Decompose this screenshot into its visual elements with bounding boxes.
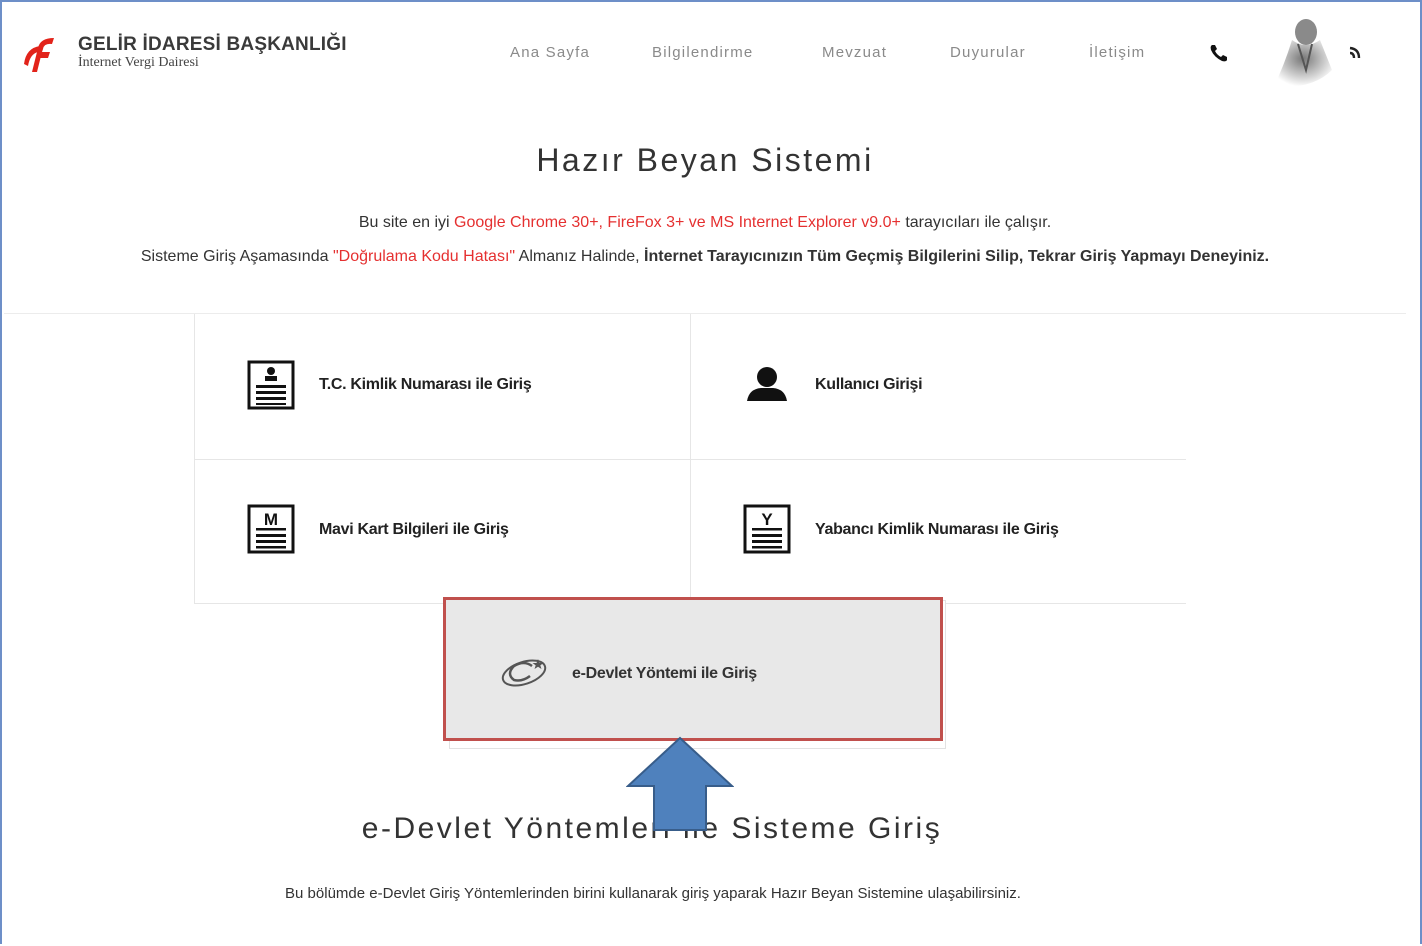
nav-duyurular[interactable]: Duyurular <box>950 44 1026 61</box>
grid-line <box>194 603 444 604</box>
portrait-image <box>1274 19 1332 87</box>
clear-history-instruction: İnternet Tarayıcınızın Tüm Geçmiş Bilgil… <box>644 248 1270 265</box>
user-login-button[interactable]: Kullanıcı Girişi <box>691 315 1186 459</box>
annotation-arrow-icon <box>626 736 734 831</box>
gib-logo-icon[interactable] <box>20 34 60 74</box>
nav-iletisim[interactable]: İletişim <box>1089 44 1145 61</box>
phone-icon[interactable] <box>1208 42 1230 64</box>
error-name: "Doğrulama Kodu Hatası" <box>332 248 516 265</box>
page-title: Hazır Beyan Sistemi <box>536 142 874 178</box>
nav-bilgilendirme[interactable]: Bilgilendirme <box>652 44 753 61</box>
verification-notice: Sisteme Giriş Aşamasında "Doğrulama Kodu… <box>140 248 1270 265</box>
user-login-label: Kullanıcı Girişi <box>815 376 923 393</box>
m-card-letter: M <box>264 510 278 529</box>
id-card-icon <box>247 360 295 410</box>
browser-notice: Bu site en iyi Google Chrome 30+, FireFo… <box>358 214 1052 231</box>
y-card-icon: Y <box>743 504 791 554</box>
yabanci-kimlik-login-button[interactable]: Y Yabancı Kimlik Numarası ile Giriş <box>691 460 1186 603</box>
tc-kimlik-login-label: T.C. Kimlik Numarası ile Giriş <box>319 376 532 393</box>
edevlet-login-button[interactable]: e-Devlet Yöntemi ile Giriş <box>443 597 943 741</box>
yabanci-kimlik-login-label: Yabancı Kimlik Numarası ile Giriş <box>815 521 1059 538</box>
y-card-letter: Y <box>761 510 773 529</box>
divider <box>4 313 1406 314</box>
brand-subtitle: İnternet Vergi Dairesi <box>78 55 199 70</box>
grid-line <box>942 603 1186 604</box>
browser-list: Google Chrome 30+, FireFox 3+ ve MS Inte… <box>454 214 901 231</box>
mavi-kart-login-label: Mavi Kart Bilgileri ile Giriş <box>319 521 509 538</box>
nav-ana-sayfa[interactable]: Ana Sayfa <box>510 44 590 61</box>
tc-kimlik-login-button[interactable]: T.C. Kimlik Numarası ile Giriş <box>195 315 690 459</box>
rss-icon[interactable] <box>1346 45 1362 61</box>
user-icon <box>747 367 787 401</box>
brand-title: GELİR İDARESİ BAŞKANLIĞI <box>78 34 347 55</box>
edevlet-logo-icon <box>501 659 547 687</box>
m-card-icon: M <box>247 504 295 554</box>
section-description: Bu bölümde e-Devlet Giriş Yöntemlerinden… <box>285 885 1021 902</box>
nav-mevzuat[interactable]: Mevzuat <box>822 44 887 61</box>
edevlet-login-label: e-Devlet Yöntemi ile Giriş <box>572 665 757 682</box>
mavi-kart-login-button[interactable]: M Mavi Kart Bilgileri ile Giriş <box>195 460 690 603</box>
